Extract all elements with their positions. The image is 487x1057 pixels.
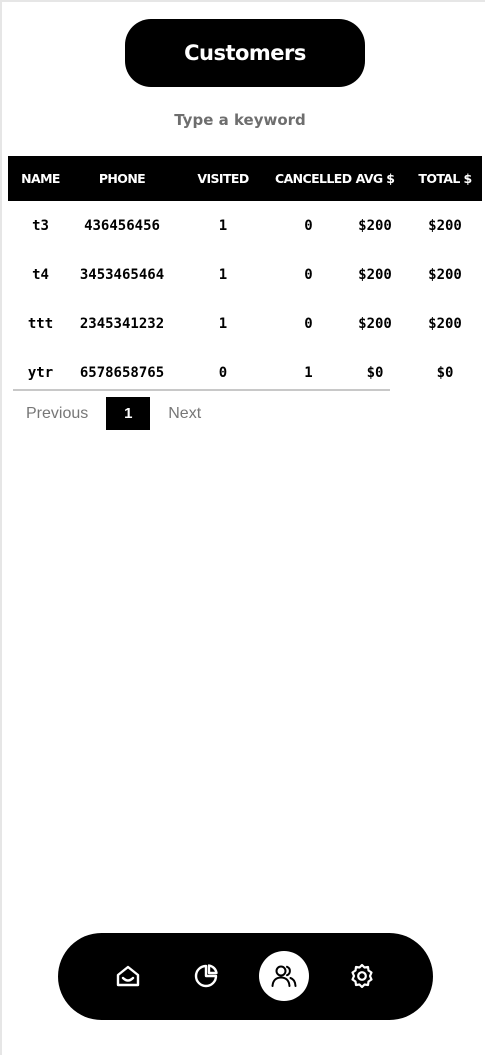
column-header-total[interactable]: TOTAL $ — [408, 171, 482, 186]
cell-cancelled: 0 — [304, 266, 313, 283]
cell-name: ytr — [27, 364, 54, 381]
nav-settings-button[interactable] — [337, 951, 387, 1001]
nav-customers-button[interactable] — [259, 951, 309, 1001]
cell-visited: 0 — [218, 364, 228, 381]
settings-icon — [351, 963, 373, 989]
cell-phone: 6578658765 — [79, 364, 165, 381]
column-header-phone[interactable]: PHONE — [73, 171, 171, 186]
cell-total: $200 — [428, 266, 462, 283]
cell-total: $200 — [428, 315, 462, 332]
table-row[interactable]: ttt 2345341232 1 0 $200 $200 — [8, 299, 482, 348]
cell-phone: 436456456 — [84, 217, 160, 234]
table-row[interactable]: t3 436456456 1 0 $200 $200 — [8, 201, 482, 250]
nav-reports-button[interactable] — [181, 951, 231, 1001]
previous-page-button[interactable]: Previous — [26, 405, 88, 423]
table-row[interactable]: t4 3453465464 1 0 $200 $200 — [8, 250, 482, 299]
pagination: Previous 1 Next — [18, 397, 201, 430]
cell-avg: $200 — [358, 315, 392, 332]
column-header-avg[interactable]: AVG $ — [342, 171, 408, 186]
page-title: Customers — [125, 19, 365, 87]
users-icon — [271, 965, 297, 987]
cell-total: $0 — [436, 364, 454, 381]
column-header-visited[interactable]: VISITED — [171, 171, 275, 186]
page-1-button[interactable]: 1 — [106, 397, 151, 430]
cell-name: ttt — [27, 315, 54, 332]
cell-visited: 1 — [218, 315, 228, 332]
cell-phone: 3453465464 — [79, 266, 165, 283]
cell-visited: 1 — [218, 217, 228, 234]
cell-total: $200 — [428, 217, 462, 234]
cell-cancelled: 0 — [304, 315, 313, 332]
cell-avg: $200 — [358, 217, 392, 234]
cell-avg: $200 — [358, 266, 392, 283]
pie-chart-icon — [194, 964, 218, 988]
next-page-button[interactable]: Next — [168, 405, 201, 423]
cell-name: t4 — [32, 266, 49, 283]
cell-visited: 1 — [218, 266, 228, 283]
nav-home-button[interactable] — [103, 951, 153, 1001]
cell-phone: 2345341232 — [79, 315, 165, 332]
bottom-nav-bar — [58, 933, 433, 1020]
table-header-row: NAME PHONE VISITED CANCELLED AVG $ TOTAL… — [8, 156, 482, 201]
cell-cancelled: 1 — [304, 364, 313, 381]
customers-table: NAME PHONE VISITED CANCELLED AVG $ TOTAL… — [8, 156, 482, 397]
cell-name: t3 — [32, 217, 49, 234]
cell-avg: $0 — [366, 364, 384, 381]
column-header-name[interactable]: NAME — [8, 171, 73, 186]
search-input[interactable] — [120, 106, 360, 134]
home-icon — [116, 965, 140, 987]
table-bottom-divider — [13, 389, 390, 391]
cell-cancelled: 0 — [304, 217, 313, 234]
column-header-cancelled[interactable]: CANCELLED — [275, 171, 352, 186]
